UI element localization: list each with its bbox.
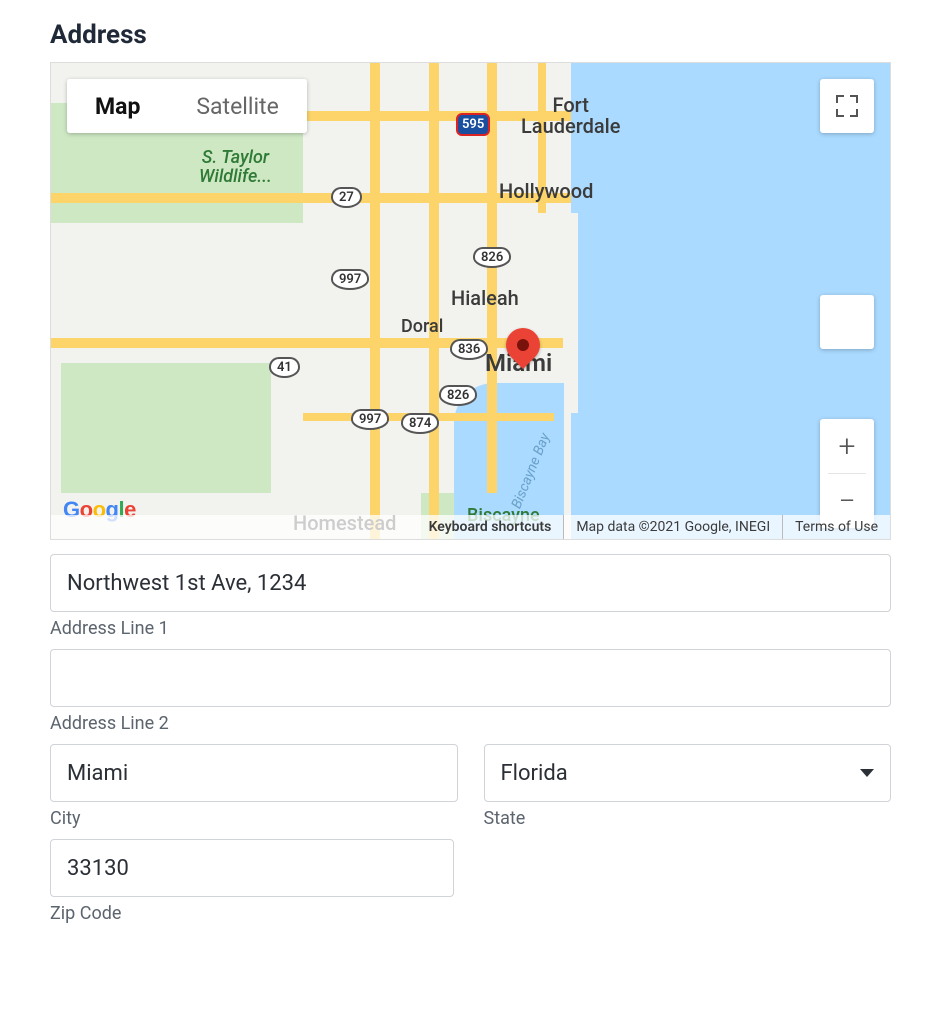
shield-sr874: 874 [401, 413, 439, 434]
address-line-2-label: Address Line 2 [50, 713, 891, 734]
address-line-1-label: Address Line 1 [50, 618, 891, 639]
shield-sr826: 826 [439, 385, 477, 406]
place-wildlife: S. Taylor Wildlife... [199, 149, 272, 187]
shield-i595: 595 [456, 113, 490, 136]
field-address-2: Address Line 2 [50, 649, 891, 734]
map-park [61, 363, 271, 493]
map-data-text: Map data ©2021 Google, INEGI [563, 515, 782, 539]
place-hollywood: Hollywood [499, 181, 593, 202]
map-container[interactable]: Fort Lauderdale Hollywood Hialeah Doral … [50, 62, 891, 540]
map-tab-map[interactable]: Map [67, 79, 168, 133]
terms-link[interactable]: Terms of Use [782, 515, 890, 539]
field-zip: Zip Code [50, 839, 454, 924]
field-address-1: Address Line 1 [50, 554, 891, 639]
chevron-down-icon [860, 769, 874, 777]
state-label: State [484, 808, 892, 829]
fullscreen-icon [836, 95, 858, 117]
shield-sr836: 836 [450, 339, 488, 360]
place-fort-lauderdale: Fort Lauderdale [521, 95, 620, 137]
map-road [370, 63, 380, 539]
state-select-value: Florida [501, 761, 568, 786]
section-title: Address [50, 20, 891, 50]
city-label: City [50, 808, 458, 829]
zoom-in-button[interactable]: + [820, 419, 874, 473]
field-state: Florida State [484, 744, 892, 829]
shield-us41: 41 [269, 357, 300, 378]
address-line-2-input[interactable] [50, 649, 891, 707]
map-tab-satellite[interactable]: Satellite [168, 79, 306, 133]
fullscreen-button[interactable] [820, 79, 874, 133]
zoom-control: + − [820, 419, 874, 528]
shield-sr826: 826 [473, 247, 511, 268]
shield-sr997: 997 [351, 409, 389, 430]
map-type-switch: Map Satellite [67, 79, 307, 133]
shield-sr997: 997 [331, 269, 369, 290]
state-select[interactable]: Florida [484, 744, 892, 802]
zip-label: Zip Code [50, 903, 454, 924]
plus-icon: + [839, 429, 856, 464]
map-road [429, 63, 439, 539]
city-input[interactable] [50, 744, 458, 802]
address-line-1-input[interactable] [50, 554, 891, 612]
zip-input[interactable] [50, 839, 454, 897]
map-attribution: Keyboard shortcuts Map data ©2021 Google… [51, 515, 890, 539]
shield-us27: 27 [331, 187, 362, 208]
place-hialeah: Hialeah [451, 288, 519, 309]
keyboard-shortcuts-link[interactable]: Keyboard shortcuts [417, 515, 564, 539]
address-form: Address Line 1 Address Line 2 City Flori… [50, 554, 891, 924]
streetview-button[interactable] [820, 295, 874, 349]
minus-icon: − [838, 484, 855, 519]
field-city: City [50, 744, 458, 829]
place-doral: Doral [401, 318, 443, 337]
